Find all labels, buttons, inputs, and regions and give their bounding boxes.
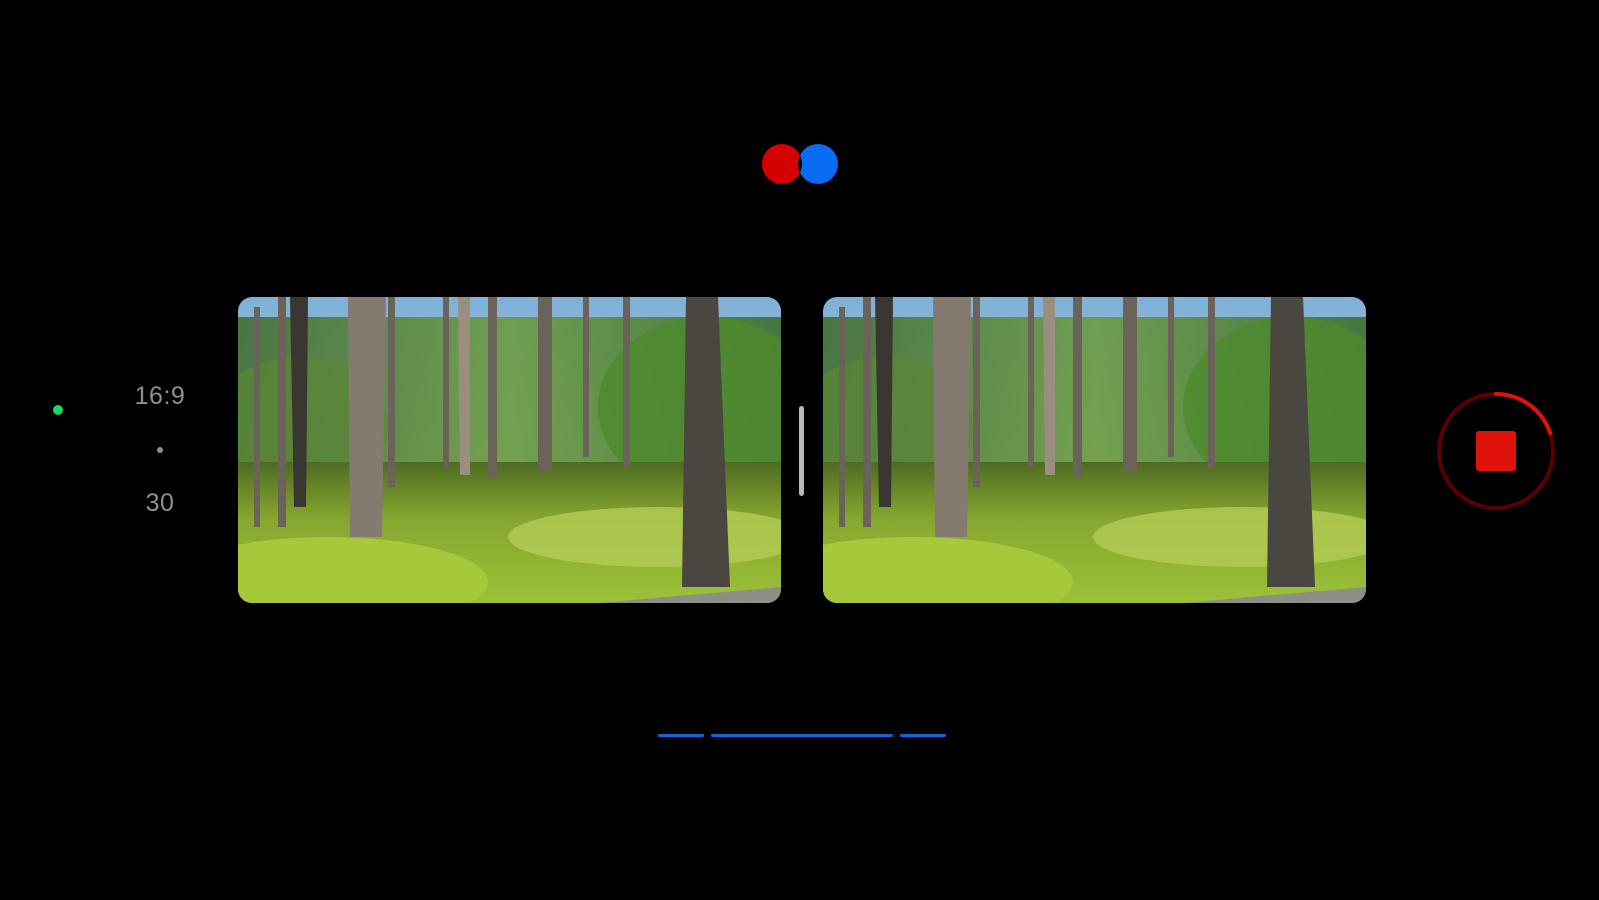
stop-icon (1437, 392, 1555, 510)
level-segment-center (711, 734, 893, 737)
separator-dot (157, 447, 163, 453)
camera-screen: 16:9 30 (0, 0, 1599, 900)
forest-scene-image (238, 297, 781, 603)
aspect-ratio-label[interactable]: 16:9 (120, 382, 200, 411)
recording-status-indicator (53, 405, 63, 415)
anaglyph-mode-icon (762, 144, 838, 184)
level-segment-left (658, 734, 704, 737)
level-indicator (658, 734, 946, 738)
frame-rate-label[interactable]: 30 (120, 489, 200, 518)
preview-divider-handle[interactable] (799, 406, 804, 496)
anaglyph-mode-button[interactable] (761, 140, 843, 188)
stop-recording-button[interactable] (1434, 389, 1558, 513)
left-camera-preview (238, 297, 781, 603)
right-camera-preview (823, 297, 1366, 603)
level-segment-right (900, 734, 946, 737)
forest-scene-image (823, 297, 1366, 603)
